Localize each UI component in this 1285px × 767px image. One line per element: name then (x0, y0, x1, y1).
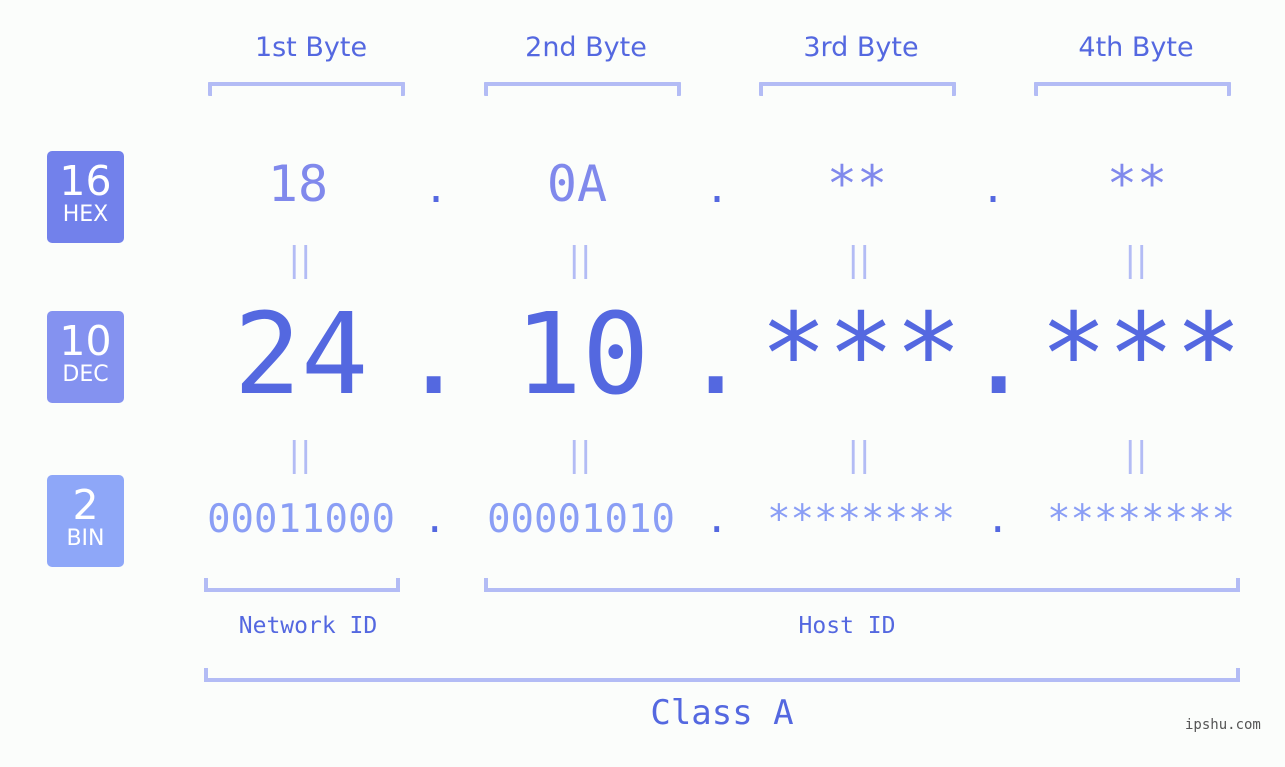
dec-separator-1: . (400, 290, 468, 420)
hex-separator-2: . (705, 166, 730, 212)
hex-byte-2: 0A (546, 155, 608, 213)
host-id-bracket (484, 578, 1240, 592)
bin-byte-4: ******** (1047, 497, 1235, 542)
hex-byte-1: 18 (267, 155, 329, 213)
dec-byte-3: *** (759, 290, 963, 420)
byte-4-bracket (1034, 82, 1231, 96)
equals-hex-dec-2: || (568, 240, 592, 280)
bin-separator-2: . (705, 497, 729, 542)
equals-dec-bin-2: || (568, 435, 592, 475)
equals-dec-bin-3: || (847, 435, 871, 475)
bin-byte-1: 00011000 (207, 497, 395, 542)
dec-byte-2: 10 (514, 290, 650, 420)
byte-1-bracket (208, 82, 405, 96)
hex-separator-3: . (981, 166, 1006, 212)
host-id-label: Host ID (798, 613, 896, 639)
network-id-label: Network ID (238, 613, 378, 639)
byte-header-3: 3rd Byte (803, 32, 919, 63)
byte-3-bracket (759, 82, 956, 96)
bin-badge-label: BIN (66, 526, 105, 551)
dec-separator-2: . (682, 290, 750, 420)
dec-badge-number: 10 (59, 317, 112, 365)
bin-byte-3: ******** (767, 497, 955, 542)
dec-byte-4: *** (1039, 290, 1243, 420)
hex-separator-1: . (424, 166, 449, 212)
byte-header-4: 4th Byte (1078, 32, 1194, 63)
dec-badge-label: DEC (62, 362, 109, 387)
hex-badge: 16 HEX (47, 151, 124, 243)
network-id-bracket (204, 578, 400, 592)
dec-badge: 10 DEC (47, 311, 124, 403)
bin-separator-3: . (986, 497, 1010, 542)
equals-dec-bin-4: || (1124, 435, 1148, 475)
equals-hex-dec-4: || (1124, 240, 1148, 280)
dec-byte-1: 24 (233, 290, 369, 420)
dec-separator-3: . (965, 290, 1033, 420)
byte-header-1: 1st Byte (254, 32, 368, 63)
hex-badge-number: 16 (59, 157, 112, 205)
hex-badge-label: HEX (62, 202, 109, 227)
byte-2-bracket (484, 82, 681, 96)
equals-dec-bin-1: || (288, 435, 312, 475)
bin-badge-number: 2 (72, 481, 99, 529)
bin-badge: 2 BIN (47, 475, 124, 567)
watermark: ipshu.com (1185, 717, 1261, 733)
equals-hex-dec-3: || (847, 240, 871, 280)
byte-header-2: 2nd Byte (525, 32, 647, 63)
hex-byte-4: ** (1106, 155, 1168, 213)
bin-byte-2: 00001010 (487, 497, 675, 542)
hex-byte-3: ** (826, 155, 888, 213)
class-label: Class A (650, 693, 794, 733)
class-bracket (204, 668, 1240, 682)
equals-hex-dec-1: || (288, 240, 312, 280)
bin-separator-1: . (423, 497, 447, 542)
